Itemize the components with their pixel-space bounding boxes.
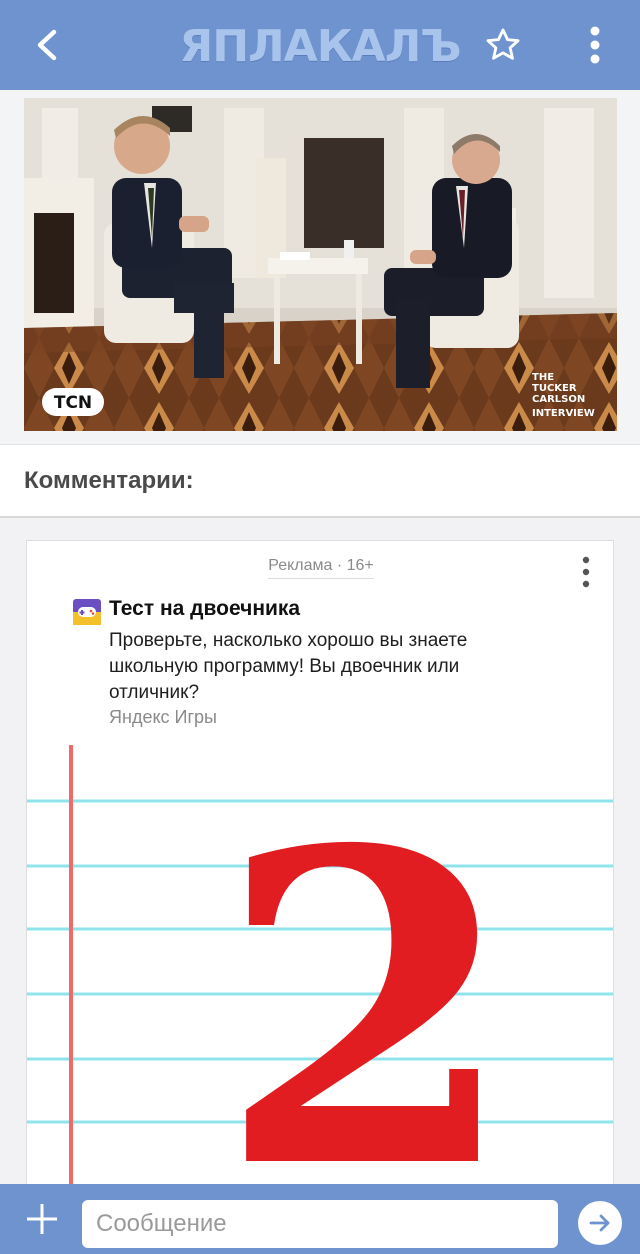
- message-composer: [0, 1184, 640, 1254]
- ad-label: Реклама · 16+: [27, 557, 613, 579]
- comments-section-header: Комментарии:: [0, 444, 640, 518]
- message-input[interactable]: [82, 1200, 558, 1248]
- post-image[interactable]: TCN THE TUCKER CARLSON INTERVIEW: [24, 98, 617, 431]
- back-arrow-icon: [37, 29, 57, 61]
- svg-text:TUCKER: TUCKER: [532, 383, 577, 394]
- ad-source: Яндекс Игры: [109, 707, 217, 727]
- svg-text:INTERVIEW: INTERVIEW: [532, 408, 595, 419]
- interview-photo: TCN THE TUCKER CARLSON INTERVIEW: [24, 98, 617, 431]
- ad-card[interactable]: Реклама · 16+ Тест на двоечника Проверьт…: [26, 540, 614, 1190]
- attach-button[interactable]: [20, 1197, 64, 1241]
- ad-image-digit: 2: [217, 758, 516, 1190]
- more-vertical-icon: [590, 26, 600, 64]
- star-icon: [486, 28, 520, 60]
- ad-menu-button[interactable]: [573, 555, 599, 589]
- svg-text:THE: THE: [532, 372, 554, 383]
- site-logo[interactable]: ЯПЛАКАЛЪ: [170, 18, 470, 74]
- top-app-bar: ЯПЛАКАЛЪ: [0, 0, 640, 90]
- favorite-button[interactable]: [480, 22, 526, 68]
- more-menu-button[interactable]: [572, 22, 618, 68]
- svg-text:TCN: TCN: [54, 393, 92, 413]
- ad-image[interactable]: 2: [27, 741, 614, 1190]
- ad-title[interactable]: Тест на двоечника: [109, 597, 300, 621]
- gamepad-icon: [73, 599, 101, 625]
- comments-title: Комментарии:: [24, 467, 194, 494]
- ad-description: Проверьте, насколько хорошо вы знаете шк…: [109, 630, 468, 703]
- post-image-container: TCN THE TUCKER CARLSON INTERVIEW: [0, 90, 640, 444]
- plus-icon: [27, 1204, 57, 1234]
- tcn-logo: TCN: [42, 388, 104, 416]
- svg-text:CARLSON: CARLSON: [532, 394, 585, 405]
- send-button[interactable]: [578, 1201, 622, 1245]
- ad-label-text: Реклама · 16+: [268, 557, 374, 579]
- site-logo-text: ЯПЛАКАЛЪ: [179, 20, 461, 72]
- arrow-right-icon: [589, 1214, 610, 1232]
- back-button[interactable]: [24, 22, 70, 68]
- more-vertical-icon: [582, 556, 590, 588]
